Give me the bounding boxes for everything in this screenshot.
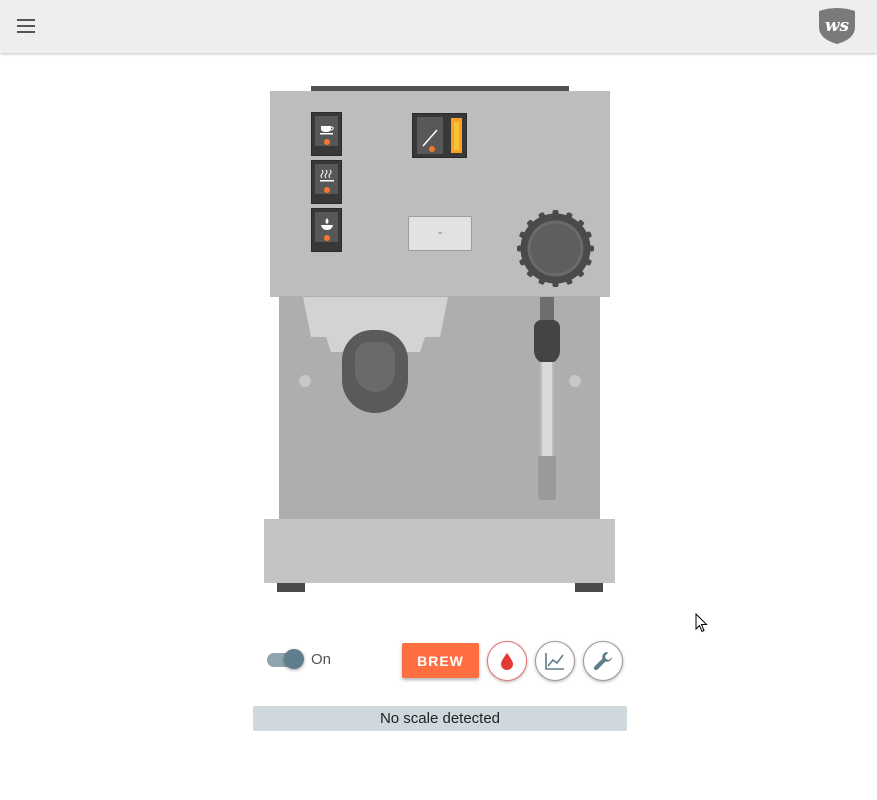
brew-indicator-lamp xyxy=(324,139,330,145)
water-drop-icon xyxy=(501,653,513,670)
steam-wand-joint xyxy=(534,320,560,364)
machine-foot-left xyxy=(277,583,305,592)
wrench-icon xyxy=(593,652,612,671)
portafilter-basket xyxy=(355,342,395,392)
line-chart-icon xyxy=(545,653,564,670)
gauge-needle-icon xyxy=(422,129,438,152)
steam-wand-tip xyxy=(538,456,556,500)
mouse-pointer-icon xyxy=(695,613,708,633)
hot-water-indicator-lamp xyxy=(324,235,330,241)
top-app-bar: ws xyxy=(0,0,877,53)
app-logo[interactable]: ws xyxy=(817,7,857,45)
scale-status-text: No scale detected xyxy=(379,710,501,727)
machine-display: - xyxy=(408,216,472,251)
steam-wand-tube xyxy=(540,362,554,462)
power-toggle-thumb xyxy=(284,649,304,669)
brew-switch[interactable] xyxy=(311,112,342,156)
body-screw-right xyxy=(569,375,581,387)
steam-switch[interactable] xyxy=(311,160,342,204)
power-toggle[interactable] xyxy=(265,648,305,672)
water-button[interactable] xyxy=(487,641,527,681)
chart-button[interactable] xyxy=(535,641,575,681)
hot-water-switch[interactable] xyxy=(311,208,342,252)
drip-tray xyxy=(264,519,615,583)
steam-knob[interactable] xyxy=(517,210,594,287)
steam-icon xyxy=(320,169,334,182)
steam-indicator-lamp xyxy=(324,187,330,193)
scale-status-bar: No scale detected xyxy=(253,706,627,731)
power-toggle-label: On xyxy=(311,651,332,668)
pressure-gauge xyxy=(412,113,467,158)
heater-indicator-fill xyxy=(454,122,459,150)
machine-foot-right xyxy=(575,583,603,592)
hot-water-icon xyxy=(321,218,333,230)
body-screw-left xyxy=(299,375,311,387)
settings-button[interactable] xyxy=(583,641,623,681)
brew-button[interactable]: BREW xyxy=(402,643,479,678)
espresso-cup-icon xyxy=(320,126,334,135)
logo-text: ws xyxy=(825,16,850,36)
menu-button[interactable] xyxy=(10,10,42,42)
hamburger-menu-icon xyxy=(17,19,35,33)
